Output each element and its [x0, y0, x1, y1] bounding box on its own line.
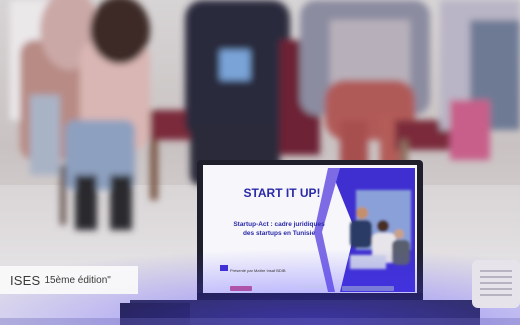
slide-credit: Présenté par Maître Insaf BDIB [230, 268, 286, 273]
slide-subtitle-line-1: Startup-Act : cadre juridiques [233, 221, 325, 228]
slide-subtitle-line-2: des startups en Tunisie [242, 229, 316, 237]
slide-subtitle: Startup-Act : cadre juridiques des start… [214, 221, 344, 238]
caption-edition: 15ème édition" [44, 274, 111, 286]
caption-overlay: ISES 15ème édition" [0, 266, 138, 294]
caption-main: ISES [10, 272, 41, 288]
photo-frame: START IT UP! Startup-Act : cadre juridiq… [0, 0, 520, 325]
laptop-brand: LEGION [302, 284, 326, 289]
slide-title: START IT UP! [243, 186, 321, 200]
